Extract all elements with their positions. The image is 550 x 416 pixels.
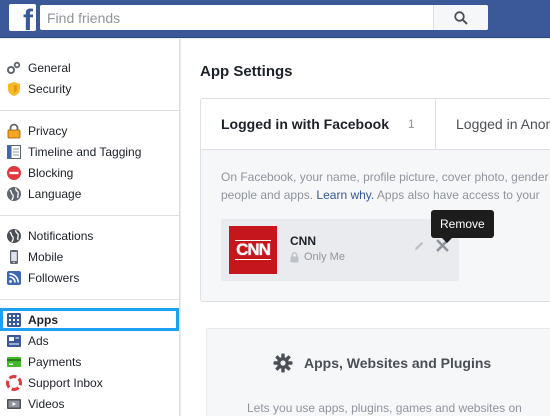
description-line-1: On Facebook, your name, profile picture,…: [221, 170, 549, 184]
sidebar-item-notifications[interactable]: Notifications: [0, 225, 179, 246]
sidebar-item-label: Videos: [28, 396, 65, 411]
sidebar-item-privacy[interactable]: Privacy: [0, 120, 179, 141]
sidebar-item-apps[interactable]: Apps: [0, 308, 179, 331]
sidebar-item-label: Timeline and Tagging: [28, 144, 142, 159]
lifebuoy-icon: [6, 374, 22, 391]
app-tile-cnn[interactable]: CNN CNN Only Me: [221, 219, 459, 281]
tab-logged-in-with-facebook[interactable]: Logged in with Facebook: [221, 116, 389, 132]
search-icon: [454, 10, 468, 25]
sidebar-item-label: Support Inbox: [28, 375, 103, 390]
sidebar-item-general[interactable]: General: [0, 57, 179, 78]
sidebar-item-support-inbox[interactable]: Support Inbox: [0, 372, 179, 393]
section-title-text: Apps, Websites and Plugins: [304, 355, 492, 371]
sidebar-item-videos[interactable]: Videos: [0, 393, 179, 414]
mobile-icon: [6, 249, 22, 265]
sidebar-item-label: Security: [28, 81, 72, 96]
sidebar-group-privacy: Privacy Timeline and Tagging Blocking La…: [0, 120, 179, 204]
sidebar-item-payments[interactable]: Payments: [0, 351, 179, 372]
sidebar-divider: [0, 299, 179, 300]
description-text: people and apps.: [221, 188, 317, 202]
gears-icon: [6, 60, 22, 76]
gear-icon: [273, 353, 293, 373]
sidebar-item-timeline-and-tagging[interactable]: Timeline and Tagging: [0, 141, 179, 162]
app-privacy-label: Only Me: [304, 251, 345, 263]
sidebar-item-label: Payments: [28, 354, 82, 369]
facebook-logo[interactable]: f: [9, 4, 36, 31]
globe-icon: [6, 186, 22, 202]
description-text: Apps also have access to your: [374, 188, 540, 202]
sidebar-group-notifications: Notifications Mobile Followers: [0, 225, 179, 288]
sidebar-item-blocking[interactable]: Blocking: [0, 162, 179, 183]
apps-websites-plugins-section: Apps, Websites and Plugins Lets you use …: [206, 328, 550, 416]
globe-icon: [6, 228, 22, 244]
sidebar-item-label: Language: [28, 186, 82, 201]
timeline-icon: [6, 144, 22, 160]
sidebar-group-apps: Apps Ads Payments Support Inbox Videos: [0, 308, 179, 414]
section-title: Apps, Websites and Plugins: [273, 353, 491, 373]
search-box: [40, 5, 488, 30]
sidebar-item-followers[interactable]: Followers: [0, 267, 179, 288]
sidebar-divider: [0, 110, 179, 111]
app-logo-text: CNN: [235, 240, 271, 260]
sidebar-item-label: Followers: [28, 270, 80, 285]
learn-why-link[interactable]: Learn why.: [316, 188, 374, 202]
settings-sidebar: General Security Privacy Timeline and Ta…: [0, 39, 180, 416]
apps-card: Logged in with Facebook 1 Logged in Anon…: [200, 98, 550, 302]
apps-tabs: Logged in with Facebook 1 Logged in Anon: [201, 99, 550, 150]
cnn-app-logo: CNN: [229, 226, 277, 274]
remove-tooltip: Remove: [431, 210, 494, 243]
sidebar-item-label: Blocking: [28, 165, 74, 180]
sidebar-item-label: General: [28, 60, 71, 75]
tab-divider: [435, 99, 436, 150]
page-title: App Settings: [200, 63, 293, 80]
tab-logged-in-anonymously[interactable]: Logged in Anon: [456, 116, 550, 132]
section-description: Lets you use apps, plugins, games and we…: [247, 401, 522, 415]
sidebar-item-language[interactable]: Language: [0, 183, 179, 204]
shield-icon: [6, 81, 22, 97]
main-content: App Settings Logged in with Facebook 1 L…: [181, 39, 550, 416]
tab-count-badge: 1: [408, 117, 415, 131]
pencil-icon[interactable]: [413, 240, 425, 252]
search-button[interactable]: [433, 5, 488, 30]
sidebar-item-label: Apps: [28, 312, 58, 327]
apps-icon: [6, 312, 22, 328]
sidebar-group-account: General Security: [0, 57, 179, 99]
block-icon: [6, 165, 22, 181]
lock-icon: [290, 251, 299, 262]
search-input[interactable]: [40, 5, 440, 30]
video-icon: [6, 396, 22, 412]
sidebar-item-label: Ads: [28, 333, 49, 348]
top-navigation-bar: f: [0, 0, 550, 38]
description-line-2: people and apps. Learn why. Apps also ha…: [221, 186, 550, 204]
payments-icon: [6, 354, 22, 370]
ads-icon: [6, 333, 22, 349]
sidebar-divider: [0, 215, 179, 216]
app-privacy: Only Me: [290, 251, 345, 263]
rss-icon: [6, 270, 22, 286]
sidebar-item-security[interactable]: Security: [0, 78, 179, 99]
app-name: CNN: [290, 234, 316, 248]
padlock-icon: [6, 123, 22, 139]
sidebar-item-label: Mobile: [28, 249, 64, 264]
sidebar-item-label: Privacy: [28, 123, 68, 138]
sidebar-item-label: Notifications: [28, 228, 94, 243]
apps-description: On Facebook, your name, profile picture,…: [221, 168, 550, 204]
sidebar-item-ads[interactable]: Ads: [0, 330, 179, 351]
sidebar-item-mobile[interactable]: Mobile: [0, 246, 179, 267]
